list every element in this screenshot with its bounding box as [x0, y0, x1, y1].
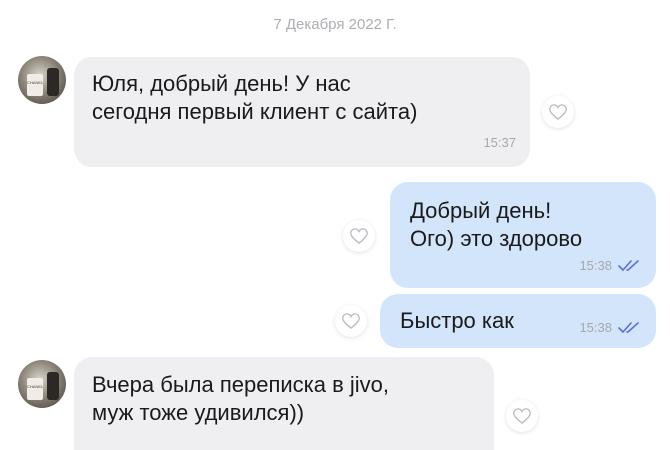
message-bubble-incoming[interactable]: Юля, добрый день! У нас сегодня первый к… — [74, 57, 530, 167]
avatar-logo-text: CHANEL — [27, 384, 44, 389]
double-check-icon — [618, 322, 639, 333]
message-text: Быстро как — [400, 308, 514, 333]
like-heart-button[interactable] — [506, 400, 538, 432]
message-meta: 15:38 — [579, 314, 640, 342]
message-time: 15:38 — [579, 320, 612, 335]
like-heart-button[interactable] — [542, 96, 574, 128]
contact-avatar[interactable]: CHANEL — [18, 360, 66, 408]
message-text: Вчера была переписка в jivo, муж тоже уд… — [92, 372, 390, 425]
message-time: 15:37 — [483, 135, 516, 150]
double-check-icon — [618, 260, 639, 271]
like-heart-button[interactable] — [335, 305, 367, 337]
like-heart-button[interactable] — [343, 220, 375, 252]
message-meta: 15:37 — [483, 129, 516, 157]
date-separator: 7 Декабря 2022 Г. — [273, 16, 397, 33]
contact-avatar[interactable]: CHANEL — [18, 56, 66, 104]
heart-icon — [350, 228, 368, 244]
heart-icon — [513, 408, 531, 424]
message-bubble-incoming[interactable]: Вчера была переписка в jivo, муж тоже уд… — [74, 357, 494, 450]
message-time: 15:38 — [579, 258, 612, 273]
avatar-logo-text: CHANEL — [27, 80, 44, 85]
message-text: Юля, добрый день! У нас сегодня первый к… — [92, 71, 418, 124]
message-bubble-outgoing[interactable]: Добрый день! Ого) это здорово 15:38 — [390, 182, 656, 288]
message-text: Добрый день! Ого) это здорово — [410, 198, 583, 251]
heart-icon — [342, 313, 360, 329]
heart-icon — [549, 104, 567, 120]
message-meta: 15:38 — [579, 252, 640, 280]
message-bubble-outgoing[interactable]: Быстро как 15:38 — [380, 294, 656, 348]
